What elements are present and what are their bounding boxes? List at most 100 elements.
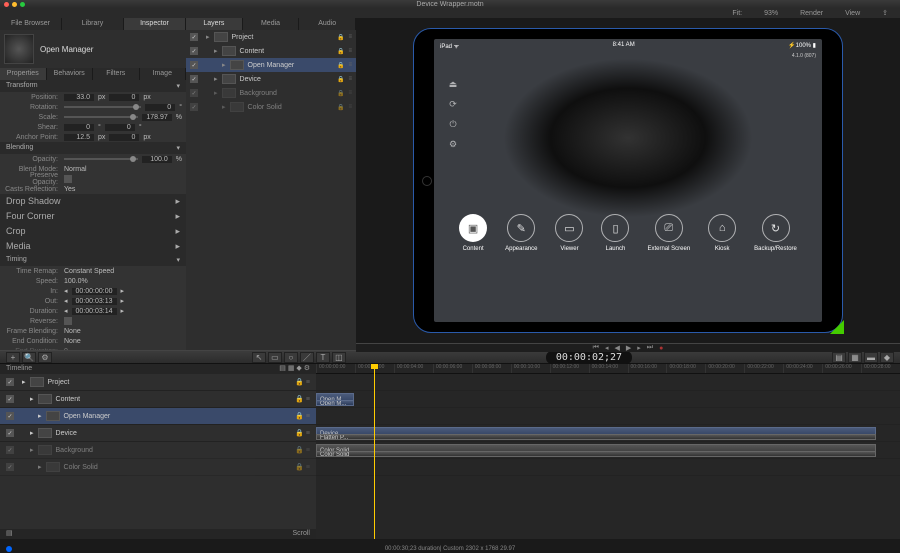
share-icon[interactable]: ⇪ [874,9,896,17]
step-back[interactable]: ◂ [605,344,609,352]
tab-audio[interactable]: Audio [299,18,356,30]
add-menu[interactable]: + [6,352,20,363]
timeline-toggle[interactable]: ▬ [864,352,878,363]
track-color-solid[interactable]: ✓▸Color Solid🔒 ≡ [0,459,316,476]
preserve-checkbox[interactable] [64,175,72,183]
track-device[interactable]: ✓▸Device🔒 ≡ [0,425,316,442]
timecode-display[interactable]: 00:00:02;27 [546,351,632,364]
hud-toggle[interactable]: ▤ [832,352,846,363]
lock-icon[interactable]: 🔒 [337,48,344,55]
subtab-filters[interactable]: Filters [93,68,140,80]
section-dropshadow[interactable]: Drop Shadow▸ [0,194,186,209]
timeline-ruler[interactable]: 00:00:00:0000:00:02:0000:00:04:0000:00:0… [316,364,900,374]
layer-background[interactable]: ✓▸Background🔒≡ [186,86,356,100]
tab-inspector[interactable]: Inspector [124,18,186,30]
track-row[interactable]: Color SolidColor Solid [316,442,900,459]
tab-file-browser[interactable]: File Browser [0,18,62,30]
circle-tool[interactable]: ○ [284,352,298,363]
play[interactable]: ▶ [626,344,631,352]
section-fourcorner[interactable]: Four Corner▸ [0,209,186,224]
gear-icon[interactable]: ⚙ [38,352,52,363]
zoom-window[interactable] [20,2,25,7]
line-tool[interactable]: ／ [300,352,314,363]
out-value[interactable]: 00:00:03:13 [72,298,117,305]
text-tool[interactable]: T [316,352,330,363]
track-row[interactable]: DeviceFlatten P... [316,425,900,442]
remap-value[interactable]: Constant Speed [64,268,114,275]
lock-icon[interactable]: 🔒 [337,34,344,41]
subtab-image[interactable]: Image [140,68,187,80]
opacity-slider[interactable] [64,158,138,160]
clip[interactable]: Open M... [316,400,354,406]
clip[interactable]: Color Solid [316,451,876,457]
lock-icon[interactable]: 🔒 [337,76,344,83]
tab-media[interactable]: Media [243,18,300,30]
reverse-checkbox[interactable] [64,317,72,325]
pointer-tool[interactable]: ↖ [252,352,266,363]
lock-icon[interactable]: 🔒 [337,90,344,97]
goto-end[interactable]: ⏭ [647,344,653,352]
in-value[interactable]: 00:00:00:00 [72,288,117,295]
timeline-opts[interactable]: ▤ ▦ ◆ ⚙ [279,364,310,374]
layer-color-solid[interactable]: ✓▸Color Solid🔒≡ [186,100,356,114]
section-transform[interactable]: Transform▾ [0,80,186,92]
track-row[interactable] [316,459,900,476]
play-reverse[interactable]: ◀ [614,344,619,352]
layer-project[interactable]: ✓▸Project🔒≡ [186,30,356,44]
minimize-window[interactable] [12,2,17,7]
track-enable-checkbox[interactable]: ✓ [6,412,14,420]
playhead[interactable] [374,364,375,539]
casts-value[interactable]: Yes [64,186,75,193]
section-media[interactable]: Media▸ [0,239,186,254]
rotation-slider[interactable] [64,106,141,108]
section-timing[interactable]: Timing▾ [0,254,186,266]
library-toggle[interactable]: ▦ [848,352,862,363]
layer-visible-checkbox[interactable]: ✓ [190,89,198,97]
scale-slider[interactable] [64,116,138,118]
track-content[interactable]: ✓▸Content🔒 ≡ [0,391,316,408]
record[interactable]: ● [659,345,663,352]
layer-visible-checkbox[interactable]: ✓ [190,75,198,83]
mask-tool[interactable]: ◫ [332,352,346,363]
subtab-behaviors[interactable]: Behaviors [47,68,94,80]
layer-visible-checkbox[interactable]: ✓ [190,47,198,55]
track-project[interactable]: ✓▸Project🔒 ≡ [0,374,316,391]
track-enable-checkbox[interactable]: ✓ [6,446,14,454]
search-icon[interactable]: 🔍 [22,352,36,363]
endcond-value[interactable]: None [64,338,81,345]
rect-tool[interactable]: ▭ [268,352,282,363]
speed-value[interactable]: 100.0% [64,278,88,285]
keyframe-toggle[interactable]: ◆ [880,352,894,363]
tab-layers[interactable]: Layers [186,18,243,30]
lock-icon[interactable]: 🔒 [337,62,344,69]
subtab-properties[interactable]: Properties [0,68,47,80]
track-row[interactable] [316,408,900,425]
track-row[interactable]: Open M...Open M... [316,391,900,408]
clip[interactable]: Flatten P... [316,434,876,440]
close-window[interactable] [4,2,9,7]
position-y[interactable]: 0 [109,94,139,101]
step-fwd[interactable]: ▸ [637,344,641,352]
frameblend-value[interactable]: None [64,328,81,335]
tab-library[interactable]: Library [62,18,124,30]
lock-icon[interactable]: 🔒 [337,104,344,111]
layer-visible-checkbox[interactable]: ✓ [190,33,198,41]
blendmode-value[interactable]: Normal [64,166,87,173]
track-background[interactable]: ✓▸Background🔒 ≡ [0,442,316,459]
track-open-manager[interactable]: ✓▸Open Manager🔒 ≡ [0,408,316,425]
track-enable-checkbox[interactable]: ✓ [6,395,14,403]
position-x[interactable]: 33.0 [64,94,94,101]
layer-content[interactable]: ✓▸Content🔒≡ [186,44,356,58]
duration-value[interactable]: 00:00:03:14 [72,308,117,315]
track-enable-checkbox[interactable]: ✓ [6,463,14,471]
layer-visible-checkbox[interactable]: ✓ [190,103,198,111]
section-blending[interactable]: Blending▾ [0,142,186,154]
layer-device[interactable]: ✓▸Device🔒≡ [186,72,356,86]
track-row[interactable] [316,374,900,391]
ipad-device[interactable]: iPad ᯤ 8:41 AM ⚡100% ▮ 4.1.0 (807) ⏏⟳⏻⚙ … [413,28,843,333]
zoom-percent[interactable]: 93% [756,10,786,17]
view-menu[interactable]: View [837,10,868,17]
track-enable-checkbox[interactable]: ✓ [6,429,14,437]
track-enable-checkbox[interactable]: ✓ [6,378,14,386]
render-menu[interactable]: Render [792,10,831,17]
